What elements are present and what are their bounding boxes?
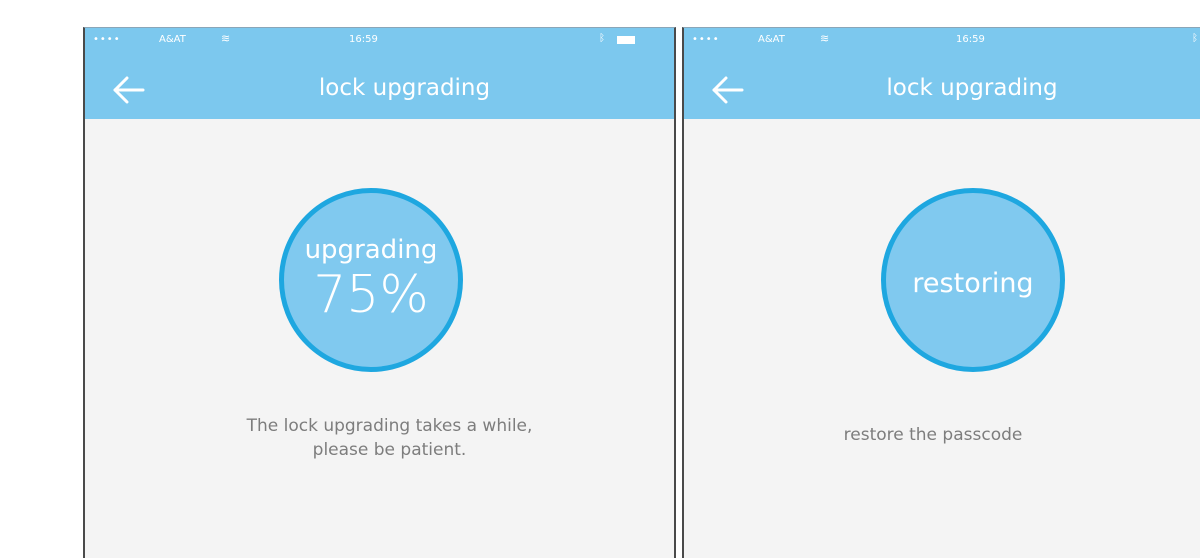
upgrade-message: The lock upgrading takes a while, please… <box>125 414 654 462</box>
restore-message: restore the passcode <box>843 425 1023 445</box>
status-bar: •••• A&AT ≋ 16:59 ᛒ <box>85 28 674 54</box>
wifi-icon: ≋ <box>221 32 231 45</box>
restoring-screen: •••• A&AT ≋ 16:59 ᛒ lock upgrading resto… <box>682 27 1200 558</box>
status-time: 16:59 <box>349 34 378 45</box>
message-line-1: The lock upgrading takes a while, <box>246 416 533 436</box>
progress-label: upgrading <box>304 235 438 265</box>
restoring-label: restoring <box>912 268 1034 299</box>
upgrading-screen: •••• A&AT ≋ 16:59 ᛒ lock upgrading upgra… <box>83 27 676 558</box>
header-bar: •••• A&AT ≋ 16:59 ᛒ lock upgrading <box>684 28 1200 119</box>
wifi-icon: ≋ <box>820 32 830 45</box>
page-title: lock upgrading <box>886 75 1058 101</box>
bluetooth-icon: ᛒ <box>1192 33 1198 44</box>
progress-circle: upgrading 75% <box>279 188 463 372</box>
battery-icon <box>617 36 635 44</box>
carrier-name: A&AT <box>159 34 186 45</box>
carrier-name: A&AT <box>758 34 785 45</box>
bluetooth-icon: ᛒ <box>599 33 605 44</box>
progress-percent: 75% <box>313 265 429 325</box>
restoring-circle: restoring <box>881 188 1065 372</box>
message-line-2: please be patient. <box>312 440 467 460</box>
header-bar: •••• A&AT ≋ 16:59 ᛒ lock upgrading <box>85 28 674 119</box>
signal-strength: •••• <box>93 34 121 45</box>
status-bar: •••• A&AT ≋ 16:59 ᛒ <box>684 28 1200 54</box>
signal-strength: •••• <box>692 34 720 45</box>
status-time: 16:59 <box>956 34 985 45</box>
page-title: lock upgrading <box>318 75 491 101</box>
